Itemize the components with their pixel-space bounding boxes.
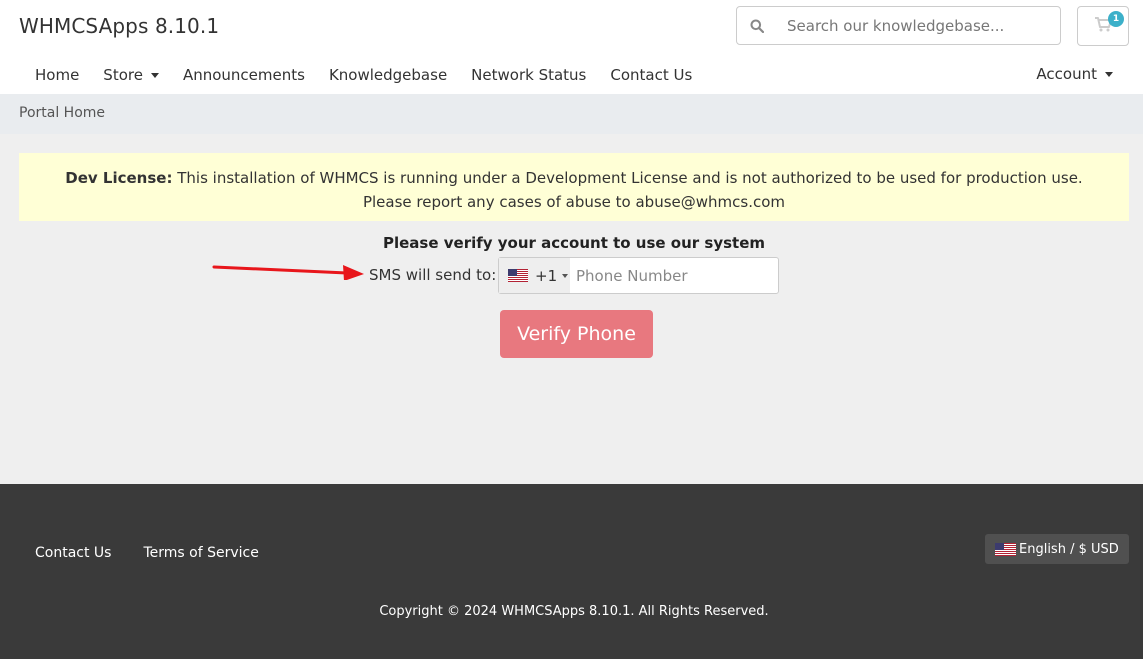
phone-number-input[interactable] xyxy=(570,258,778,293)
copyright-text: Copyright © 2024 WHMCSApps 8.10.1. All R… xyxy=(379,604,769,619)
alert-line-1: Dev License: This installation of WHMCS … xyxy=(19,166,1129,190)
chevron-down-icon xyxy=(1105,71,1113,77)
breadcrumb: Portal Home xyxy=(0,94,1143,134)
alert-bold-label: Dev License: xyxy=(65,169,173,187)
chevron-down-icon xyxy=(150,72,159,78)
nav-label: Home xyxy=(35,66,80,84)
account-label: Account xyxy=(1036,65,1097,83)
dev-license-alert: Dev License: This installation of WHMCS … xyxy=(19,153,1129,221)
cart-button[interactable]: 1 xyxy=(1077,6,1129,46)
main-content: Dev License: This installation of WHMCS … xyxy=(0,134,1143,484)
footer: Contact Us Terms of Service English / $ … xyxy=(0,484,1143,659)
cart-count-badge: 1 xyxy=(1108,11,1124,27)
nav-label: Knowledgebase xyxy=(328,66,448,84)
breadcrumb-portal-home[interactable]: Portal Home xyxy=(19,105,105,121)
verify-phone-button[interactable]: Verify Phone xyxy=(500,310,653,358)
phone-field: +1 xyxy=(498,257,779,294)
search-input[interactable] xyxy=(777,7,1060,44)
us-flag-icon xyxy=(995,542,1016,556)
verify-title: Please verify your account to use our sy… xyxy=(382,234,766,252)
language-currency-button[interactable]: English / $ USD xyxy=(985,534,1129,564)
alert-line-2: Please report any cases of abuse to abus… xyxy=(362,193,786,211)
us-flag-icon xyxy=(508,269,528,282)
nav-item-contact-us[interactable]: Contact Us xyxy=(610,66,692,84)
knowledgebase-search xyxy=(736,6,1061,45)
chevron-down-icon xyxy=(562,273,569,278)
nav-label: Store xyxy=(103,66,143,84)
nav-item-home[interactable]: Home xyxy=(35,66,79,84)
nav-item-knowledgebase[interactable]: Knowledgebase xyxy=(329,66,447,84)
language-currency-label: English / $ USD xyxy=(1019,541,1119,557)
nav-item-store[interactable]: Store xyxy=(103,66,159,84)
nav-label: Contact Us xyxy=(610,66,693,84)
top-bar: WHMCSApps 8.10.1 1 Home Store Announceme… xyxy=(0,0,1143,94)
alert-text: This installation of WHMCS is running un… xyxy=(177,169,1083,187)
footer-links: Contact Us Terms of Service xyxy=(35,545,291,561)
footer-link-contact-us[interactable]: Contact Us xyxy=(35,545,111,561)
annotation-arrow-icon xyxy=(212,265,364,280)
main-nav: Home Store Announcements Knowledgebase N… xyxy=(35,65,716,85)
brand-logo[interactable]: WHMCSApps 8.10.1 xyxy=(19,14,219,38)
footer-link-terms-of-service[interactable]: Terms of Service xyxy=(143,545,258,561)
nav-item-network-status[interactable]: Network Status xyxy=(471,66,586,84)
country-code: +1 xyxy=(535,266,558,285)
nav-item-announcements[interactable]: Announcements xyxy=(183,66,305,84)
nav-label: Network Status xyxy=(471,66,587,84)
sms-label: SMS will send to: xyxy=(369,266,497,284)
country-code-selector[interactable]: +1 xyxy=(499,258,570,293)
nav-label: Announcements xyxy=(182,66,305,84)
search-icon[interactable] xyxy=(737,7,777,44)
account-menu[interactable]: Account xyxy=(1036,65,1113,83)
